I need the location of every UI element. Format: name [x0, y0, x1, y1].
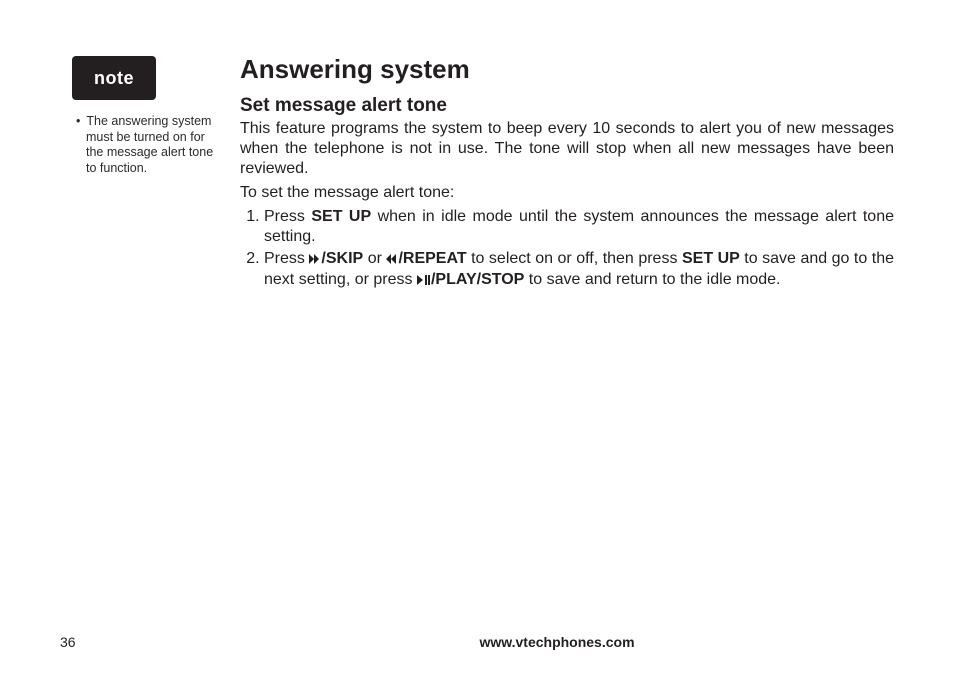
- page-number: 36: [60, 634, 220, 650]
- footer: 36 www.vtechphones.com: [60, 634, 894, 650]
- note-badge: note: [72, 56, 156, 100]
- step-1: Press SET UP when in idle mode until the…: [264, 207, 894, 247]
- lead-line: To set the message alert tone:: [240, 183, 894, 203]
- step-2-setup: SET UP: [682, 250, 740, 267]
- step-2-play: /PLAY/STOP: [431, 271, 524, 288]
- step-2: Press /SKIP or /REPEAT to select on or o…: [264, 249, 894, 291]
- step-2-text-b: or: [363, 250, 386, 267]
- page: note The answering system must be turned…: [0, 0, 954, 682]
- step-2-text-c: to select on or off, then press: [467, 250, 682, 267]
- step-2-repeat: /REPEAT: [398, 250, 466, 267]
- step-2-text-a: Press: [264, 250, 309, 267]
- section-title: Set message alert tone: [240, 95, 894, 117]
- sidebar: note The answering system must be turned…: [60, 54, 230, 614]
- play-pause-icon: [417, 271, 431, 291]
- main-content: Answering system Set message alert tone …: [230, 54, 894, 614]
- steps-list: Press SET UP when in idle mode until the…: [240, 207, 894, 291]
- sidebar-note-item: The answering system must be turned on f…: [76, 114, 220, 177]
- step-1-setup: SET UP: [311, 208, 371, 225]
- fast-forward-icon: [309, 250, 321, 270]
- step-1-text-a: Press: [264, 208, 311, 225]
- footer-url: www.vtechphones.com: [220, 634, 894, 650]
- intro-paragraph: This feature programs the system to beep…: [240, 119, 894, 179]
- page-title: Answering system: [240, 54, 894, 85]
- note-badge-text: note: [94, 68, 134, 89]
- content-row: note The answering system must be turned…: [60, 54, 894, 614]
- rewind-icon: [386, 250, 398, 270]
- step-2-text-e: to save and return to the idle mode.: [524, 271, 780, 288]
- sidebar-note-list: The answering system must be turned on f…: [60, 114, 220, 177]
- step-2-skip: /SKIP: [321, 250, 363, 267]
